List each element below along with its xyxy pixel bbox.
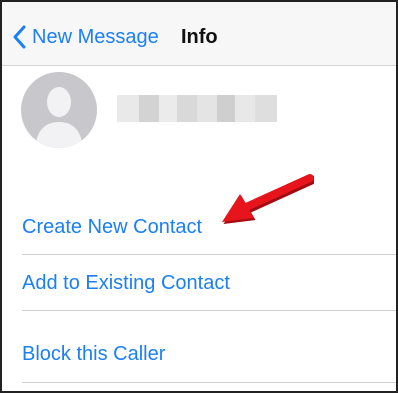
navigation-bar: New Message Info [2, 2, 396, 66]
block-this-caller-label: Block this Caller [22, 342, 166, 365]
back-button-label: New Message [32, 26, 159, 48]
screenshot-frame: New Message Info Create New Contact Add … [0, 0, 398, 393]
add-to-existing-contact-label: Add to Existing Contact [22, 271, 230, 294]
create-new-contact-row[interactable]: Create New Contact [22, 199, 396, 255]
avatar [21, 72, 97, 148]
back-button[interactable]: New Message [12, 22, 159, 52]
contact-name-redacted [117, 95, 277, 122]
divider [22, 310, 396, 311]
person-silhouette-icon [21, 72, 97, 148]
create-new-contact-label: Create New Contact [22, 215, 203, 238]
divider [22, 382, 396, 383]
add-to-existing-contact-row[interactable]: Add to Existing Contact [22, 255, 396, 311]
page-title: Info [181, 26, 218, 48]
chevron-left-icon [12, 25, 26, 49]
block-this-caller-row[interactable]: Block this Caller [22, 326, 396, 382]
